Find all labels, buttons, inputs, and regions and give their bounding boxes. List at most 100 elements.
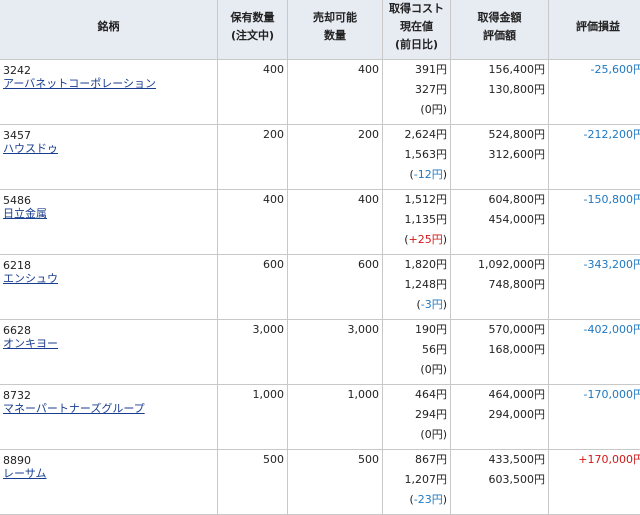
price-cell: 190円56円(0円) <box>383 320 451 385</box>
amount-cell: 604,800円454,000円 <box>451 190 549 255</box>
current-price: 1,207円 <box>386 470 447 490</box>
header-stock-name: 銘柄 <box>0 0 218 60</box>
sellable-qty: 400 <box>288 60 383 125</box>
sellable-qty: 600 <box>288 255 383 320</box>
price-cell: 1,512円1,135円(+25円) <box>383 190 451 255</box>
sellable-qty: 400 <box>288 190 383 255</box>
sellable-qty: 3,000 <box>288 320 383 385</box>
stock-code: 6218 <box>3 255 214 272</box>
valuation-amount: 312,600円 <box>454 145 545 165</box>
holding-qty: 500 <box>218 450 288 515</box>
stock-code: 3242 <box>3 60 214 77</box>
profit-loss: -25,600円 <box>549 60 640 125</box>
amount-cell: 156,400円130,800円 <box>451 60 549 125</box>
current-price: 327円 <box>386 80 447 100</box>
sellable-qty: 500 <box>288 450 383 515</box>
stock-name-link[interactable]: 日立金属 <box>3 207 47 220</box>
amount-cell: 524,800円312,600円 <box>451 125 549 190</box>
valuation-amount: 603,500円 <box>454 470 545 490</box>
profit-loss: -150,800円 <box>549 190 640 255</box>
table-row: 5486日立金属 400 400 1,512円1,135円(+25円) 604,… <box>0 190 640 255</box>
acquisition-amount: 433,500円 <box>454 450 545 470</box>
valuation-amount: 130,800円 <box>454 80 545 100</box>
stock-name-link[interactable]: マネーパートナーズグループ <box>3 402 145 415</box>
day-change: (0円) <box>386 360 447 380</box>
day-change: (-23円) <box>386 490 447 510</box>
stock-cell: 8890レーサム <box>0 450 218 515</box>
valuation-amount: 168,000円 <box>454 340 545 360</box>
header-profit-loss: 評価損益 <box>549 0 640 60</box>
price-cell: 2,624円1,563円(-12円) <box>383 125 451 190</box>
acquisition-amount: 1,092,000円 <box>454 255 545 275</box>
day-change: (0円) <box>386 425 447 445</box>
acquisition-amount: 156,400円 <box>454 60 545 80</box>
stock-code: 6628 <box>3 320 214 337</box>
acquisition-cost: 190円 <box>386 320 447 340</box>
acquisition-amount: 464,000円 <box>454 385 545 405</box>
acquisition-amount: 570,000円 <box>454 320 545 340</box>
current-price: 1,248円 <box>386 275 447 295</box>
stock-cell: 6218エンシュウ <box>0 255 218 320</box>
current-price: 294円 <box>386 405 447 425</box>
holding-qty: 1,000 <box>218 385 288 450</box>
price-cell: 1,820円1,248円(-3円) <box>383 255 451 320</box>
acquisition-cost: 1,820円 <box>386 255 447 275</box>
header-amount: 取得金額評価額 <box>451 0 549 60</box>
acquisition-amount: 604,800円 <box>454 190 545 210</box>
profit-loss: -402,000円 <box>549 320 640 385</box>
day-change: (-12円) <box>386 165 447 185</box>
table-row: 8732マネーパートナーズグループ 1,000 1,000 464円294円(0… <box>0 385 640 450</box>
acquisition-cost: 867円 <box>386 450 447 470</box>
day-change: (+25円) <box>386 230 447 250</box>
price-cell: 867円1,207円(-23円) <box>383 450 451 515</box>
current-price: 56円 <box>386 340 447 360</box>
stock-name-link[interactable]: ハウスドゥ <box>3 142 58 155</box>
profit-loss: -212,200円 <box>549 125 640 190</box>
table-row: 3457ハウスドゥ 200 200 2,624円1,563円(-12円) 524… <box>0 125 640 190</box>
stock-code: 5486 <box>3 190 214 207</box>
holding-qty: 200 <box>218 125 288 190</box>
amount-cell: 433,500円603,500円 <box>451 450 549 515</box>
acquisition-amount: 524,800円 <box>454 125 545 145</box>
header-holding-qty: 保有数量(注文中) <box>218 0 288 60</box>
stock-cell: 3457ハウスドゥ <box>0 125 218 190</box>
current-price: 1,135円 <box>386 210 447 230</box>
amount-cell: 570,000円168,000円 <box>451 320 549 385</box>
valuation-amount: 454,000円 <box>454 210 545 230</box>
valuation-amount: 294,000円 <box>454 405 545 425</box>
holdings-table: 銘柄 保有数量(注文中) 売却可能数量 取得コスト現在値(前日比) 取得金額評価… <box>0 0 640 515</box>
profit-loss: -343,200円 <box>549 255 640 320</box>
amount-cell: 1,092,000円748,800円 <box>451 255 549 320</box>
acquisition-cost: 1,512円 <box>386 190 447 210</box>
stock-code: 8732 <box>3 385 214 402</box>
stock-cell: 8732マネーパートナーズグループ <box>0 385 218 450</box>
table-row: 6628オンキヨー 3,000 3,000 190円56円(0円) 570,00… <box>0 320 640 385</box>
profit-loss: -170,000円 <box>549 385 640 450</box>
table-header-row: 銘柄 保有数量(注文中) 売却可能数量 取得コスト現在値(前日比) 取得金額評価… <box>0 0 640 60</box>
stock-code: 8890 <box>3 450 214 467</box>
header-sellable-qty: 売却可能数量 <box>288 0 383 60</box>
sellable-qty: 200 <box>288 125 383 190</box>
profit-loss: +170,000円 <box>549 450 640 515</box>
stock-cell: 3242アーバネットコーポレーション <box>0 60 218 125</box>
acquisition-cost: 464円 <box>386 385 447 405</box>
table-row: 3242アーバネットコーポレーション 400 400 391円327円(0円) … <box>0 60 640 125</box>
stock-cell: 5486日立金属 <box>0 190 218 255</box>
header-price: 取得コスト現在値(前日比) <box>383 0 451 60</box>
acquisition-cost: 2,624円 <box>386 125 447 145</box>
acquisition-cost: 391円 <box>386 60 447 80</box>
stock-name-link[interactable]: エンシュウ <box>3 272 58 285</box>
current-price: 1,563円 <box>386 145 447 165</box>
holding-qty: 400 <box>218 190 288 255</box>
amount-cell: 464,000円294,000円 <box>451 385 549 450</box>
stock-code: 3457 <box>3 125 214 142</box>
day-change: (0円) <box>386 100 447 120</box>
sellable-qty: 1,000 <box>288 385 383 450</box>
table-row: 6218エンシュウ 600 600 1,820円1,248円(-3円) 1,09… <box>0 255 640 320</box>
stock-cell: 6628オンキヨー <box>0 320 218 385</box>
stock-name-link[interactable]: レーサム <box>3 467 47 480</box>
holding-qty: 400 <box>218 60 288 125</box>
stock-name-link[interactable]: オンキヨー <box>3 337 58 350</box>
stock-name-link[interactable]: アーバネットコーポレーション <box>3 77 156 90</box>
day-change: (-3円) <box>386 295 447 315</box>
